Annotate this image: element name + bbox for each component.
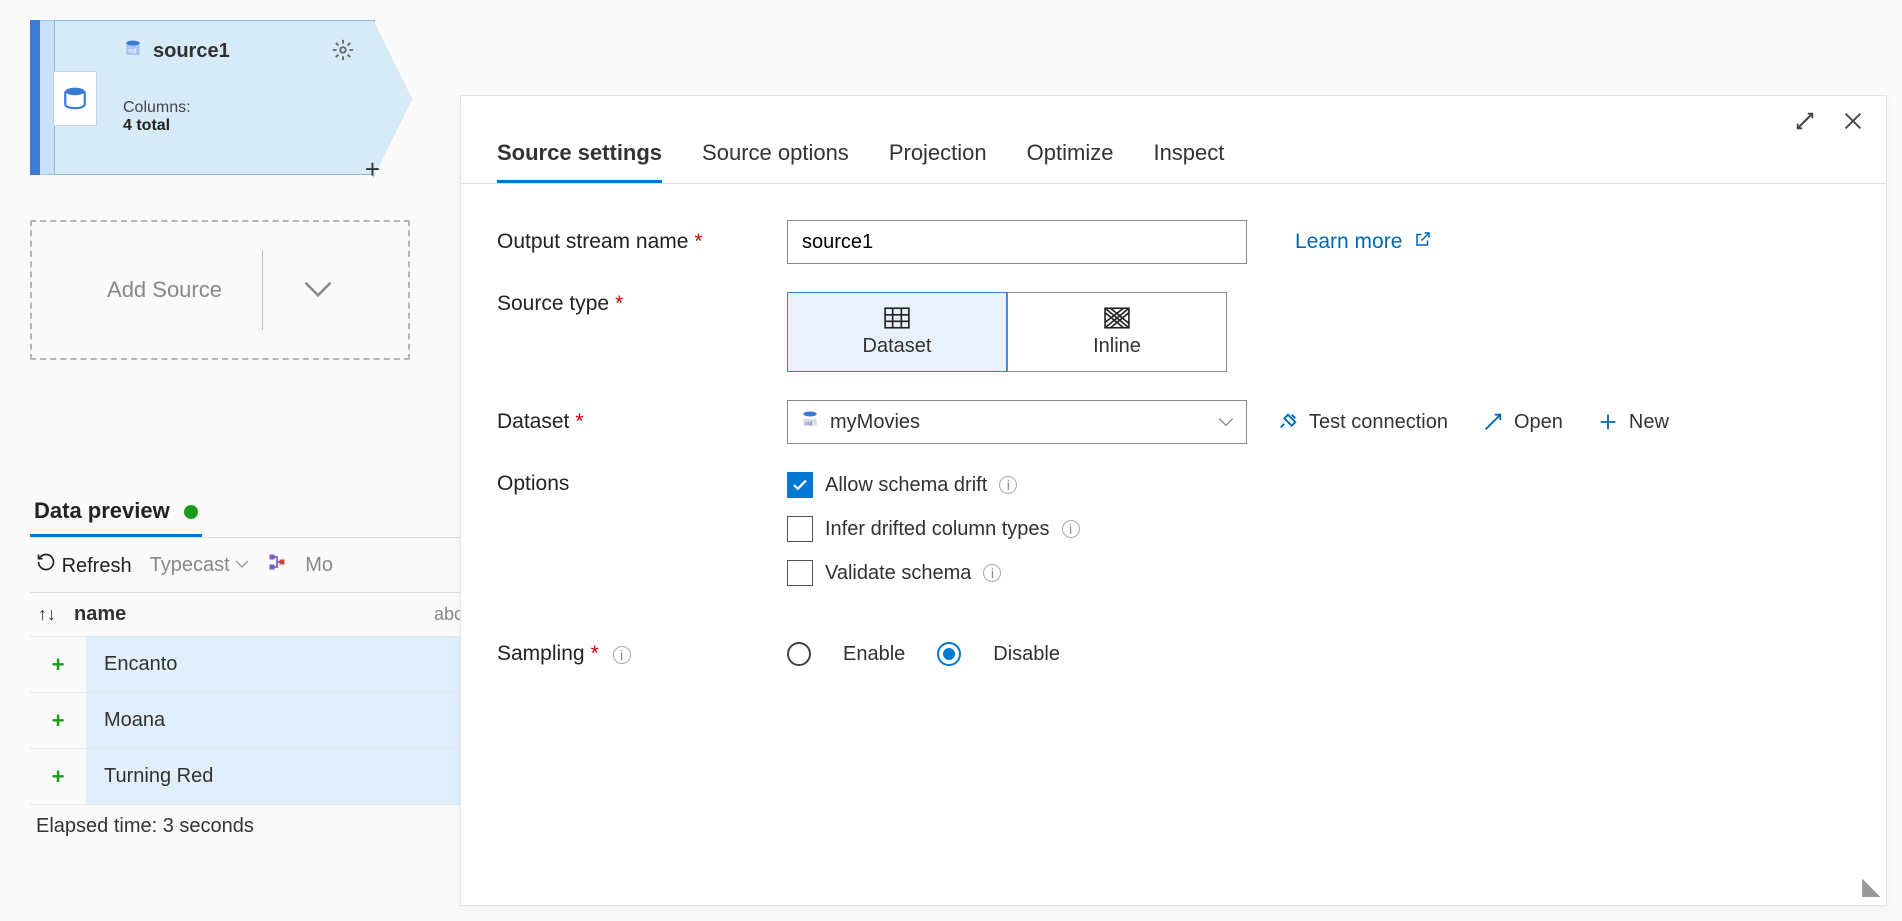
columns-label: Columns: (123, 99, 356, 117)
info-icon[interactable]: i (983, 564, 1001, 582)
node-handle[interactable] (30, 20, 40, 175)
tab-source-options[interactable]: Source options (702, 140, 849, 183)
data-preview-section: Data preview Refresh Typecast Mo ↑↓ name… (30, 490, 490, 848)
learn-more-link[interactable]: Learn more (1295, 230, 1432, 254)
cell: Moana (86, 693, 490, 748)
chevron-down-icon (1218, 411, 1234, 434)
open-button[interactable]: Open (1482, 411, 1563, 434)
refresh-button[interactable]: Refresh (36, 552, 132, 578)
new-button[interactable]: New (1597, 411, 1669, 434)
validate-schema-checkbox[interactable] (787, 560, 813, 586)
source-node[interactable]: sql source1 Columns: 4 total + (30, 20, 375, 175)
map-drifted-icon[interactable] (267, 552, 287, 578)
allow-schema-drift-checkbox[interactable] (787, 472, 813, 498)
table-header[interactable]: ↑↓ name abc ↑ (30, 593, 490, 637)
expand-icon[interactable]: + (30, 652, 86, 678)
tab-data-preview[interactable]: Data preview (30, 490, 202, 537)
tab-inspect[interactable]: Inspect (1153, 140, 1224, 183)
source-type-dataset[interactable]: Dataset (787, 292, 1007, 372)
cell: Encanto (86, 637, 490, 692)
sampling-disable-radio[interactable] (937, 642, 961, 666)
close-icon[interactable] (1842, 110, 1864, 139)
allow-schema-drift-label: Allow schema drift (825, 474, 987, 497)
info-icon[interactable]: i (999, 476, 1017, 494)
database-icon (53, 71, 97, 126)
svg-text:sql: sql (805, 421, 812, 427)
info-icon[interactable]: i (1062, 520, 1080, 538)
add-source-button[interactable]: Add Source (30, 220, 410, 360)
validate-schema-label: Validate schema (825, 562, 971, 585)
output-stream-label: Output stream name* (497, 230, 787, 254)
preview-table: ↑↓ name abc ↑ + Encanto + Moana + Turnin… (30, 592, 490, 805)
infer-drifted-label: Infer drifted column types (825, 518, 1050, 541)
svg-text:sql: sql (128, 47, 137, 54)
elapsed-time: Elapsed time: 3 seconds (30, 805, 490, 848)
node-handle-alt[interactable] (40, 20, 54, 175)
tab-projection[interactable]: Projection (889, 140, 987, 183)
typecast-button[interactable]: Typecast (150, 554, 250, 577)
sampling-disable-label: Disable (993, 643, 1060, 666)
cell: Turning Red (86, 749, 490, 804)
sql-icon: sql (123, 39, 143, 64)
node-body[interactable]: sql source1 Columns: 4 total (54, 20, 375, 175)
sort-icon[interactable]: ↑↓ (38, 604, 56, 625)
output-stream-input[interactable] (787, 220, 1247, 264)
columns-value: 4 total (123, 117, 170, 134)
options-label: Options (497, 472, 787, 496)
source-type-inline[interactable]: Inline (1007, 292, 1227, 372)
add-source-label: Add Source (107, 277, 222, 303)
sampling-enable-radio[interactable] (787, 642, 811, 666)
table-row[interactable]: + Encanto (30, 637, 490, 693)
settings-panel: Source settings Source options Projectio… (460, 95, 1887, 906)
add-step-button[interactable]: + (365, 154, 380, 185)
sampling-label: Sampling* i (497, 642, 787, 666)
info-icon[interactable]: i (613, 646, 631, 664)
expand-icon[interactable]: + (30, 708, 86, 734)
column-name: name (74, 603, 126, 626)
external-link-icon (1414, 230, 1432, 253)
resize-grip-icon[interactable]: ◢ (1862, 872, 1880, 901)
expand-icon[interactable] (1794, 110, 1816, 139)
flow-canvas: sql source1 Columns: 4 total + Add Sourc… (30, 20, 510, 360)
dataset-value: myMovies (830, 411, 920, 434)
dataset-label: Dataset* (497, 410, 787, 434)
source-type-label: Source type* (497, 292, 787, 316)
chevron-down-icon[interactable] (303, 273, 333, 307)
modify-button[interactable]: Mo (305, 554, 333, 577)
gear-icon[interactable] (332, 39, 354, 66)
sql-icon: sql (800, 409, 820, 435)
status-dot-icon (184, 505, 198, 519)
infer-drifted-checkbox[interactable] (787, 516, 813, 542)
tab-source-settings[interactable]: Source settings (497, 140, 662, 183)
divider (262, 250, 263, 330)
table-row[interactable]: + Moana (30, 693, 490, 749)
sampling-enable-label: Enable (843, 643, 905, 666)
dataset-select[interactable]: sql myMovies (787, 400, 1247, 444)
node-title: source1 (153, 40, 230, 63)
expand-icon[interactable]: + (30, 764, 86, 790)
tab-optimize[interactable]: Optimize (1027, 140, 1114, 183)
table-row[interactable]: + Turning Red (30, 749, 490, 805)
panel-tabs: Source settings Source options Projectio… (461, 96, 1886, 184)
test-connection-button[interactable]: Test connection (1277, 411, 1448, 434)
